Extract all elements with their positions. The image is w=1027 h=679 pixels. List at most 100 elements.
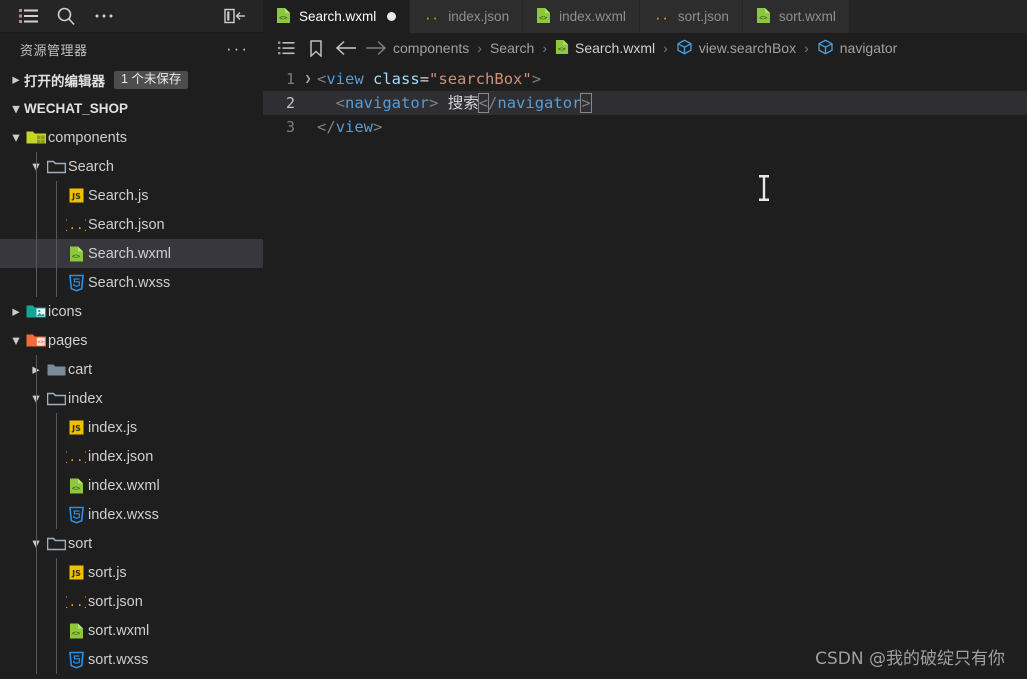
breadcrumb-item-search[interactable]: Search [488,40,536,56]
explorer-more-icon[interactable]: ··· [226,40,249,57]
folder-open-icon [44,536,68,552]
tree-file-search-wxml[interactable]: <> Search.wxml [0,239,263,268]
js-file-icon: JS [64,564,88,581]
tok-close-slash: / [488,94,498,112]
tree-item-label: sort.wxml [88,622,150,639]
editor-tabs: <> Search.wxml {..} index.json <> index.… [263,0,1027,33]
tree-item-label: Search.wxml [88,245,171,262]
tree-folder-search[interactable]: ▾Search [0,152,263,181]
tree-folder-pages[interactable]: ▾ <> pages [0,326,263,355]
indent-guide [36,152,37,181]
tab-sort-json[interactable]: {..} sort.json [639,0,743,33]
svg-text:<>: <> [71,252,79,260]
indent-guide [36,529,37,558]
indent-guide [36,384,37,413]
breadcrumb-item-components[interactable]: components [391,40,471,56]
tree-file-sort-json[interactable]: {..}sort.json [0,587,263,616]
tree-item-label: Search [68,158,114,175]
tok-quote-close: " [522,70,532,88]
tok-close-gt: > [580,93,592,113]
tree-file-sort-wxml[interactable]: <> sort.wxml [0,616,263,645]
tok-close-lt: < [477,93,490,113]
workspace-section[interactable]: ▾ WECHAT_SHOP [0,94,263,123]
tree-folder-index[interactable]: ▾index [0,384,263,413]
breadcrumb-label: Search.wxml [574,40,656,56]
indent-guide [56,239,57,268]
tok-attr-class: class [373,70,420,88]
wxml-file-icon: <> [64,477,88,495]
tok-lt: < [317,70,327,88]
titlebar-left [0,0,263,33]
breadcrumb-item-view-searchbox[interactable]: view.searchBox [674,39,798,58]
indent-guide [36,442,37,471]
tree-file-search-json[interactable]: {..}Search.json [0,210,263,239]
outline-list-icon[interactable] [271,41,301,55]
svg-text:<>: <> [539,14,547,22]
tree-item-label: index.wxss [88,506,159,523]
breadcrumb-separator: › [804,40,809,56]
tree-file-index-js[interactable]: JS index.js [0,413,263,442]
indent-guide [56,616,57,645]
tree-item-label: index.wxml [88,477,160,494]
tree-file-index-wxml[interactable]: <> index.wxml [0,471,263,500]
code-line-3-text: </view> [317,115,382,139]
chevron-right-icon[interactable]: ▸ [8,304,24,320]
open-editors-section[interactable]: ▸ 打开的编辑器 1 个未保存 [0,65,263,94]
bookmark-icon[interactable] [301,39,331,57]
breadcrumb-item-search-wxml[interactable]: <> Search.wxml [553,39,657,58]
tree-file-sort-wxss[interactable]: sort.wxss [0,645,263,674]
tree-item-label: Search.js [88,187,149,204]
tok-gt: > [531,70,542,88]
back-arrow-icon[interactable] [331,40,361,56]
tree-item-label: sort.json [88,593,143,610]
fold-chevron-down-icon[interactable]: ❯ [299,67,317,91]
file-tree: ▾components▾SearchJSSearch.js{..}Search.… [0,123,263,674]
folder-open-icon [44,159,68,175]
indent-guide [56,442,57,471]
editor-area: components › Search › <> Search.wxml › v… [263,33,1027,679]
tree-file-sort-js[interactable]: JS sort.js [0,558,263,587]
tab-search-wxml[interactable]: <> Search.wxml [263,0,411,33]
list-icon[interactable] [9,1,47,31]
tab-index-json[interactable]: {..} index.json [410,0,524,33]
chevron-down-icon[interactable]: ▾ [8,333,24,349]
unsaved-badge: 1 个未保存 [114,70,189,89]
wxml-file-icon: <> [756,7,771,27]
search-icon[interactable] [47,1,85,31]
svg-text:<>: <> [71,629,79,637]
chevron-right-icon: ▸ [12,71,20,88]
indent-guide [36,413,37,442]
toggle-panel-icon[interactable] [216,1,254,31]
tab-sort-wxml[interactable]: <> sort.wxml [742,0,850,33]
tab-dirty-indicator[interactable] [387,12,397,21]
indent-guide [36,239,37,268]
tree-file-search-wxss[interactable]: Search.wxss [0,268,263,297]
tok-gt: > [429,94,439,112]
tree-item-label: Search.json [88,216,165,233]
line-number: 3 [285,118,295,136]
svg-text:JS: JS [71,192,81,201]
tree-file-search-js[interactable]: JS Search.js [0,181,263,210]
tree-file-index-wxss[interactable]: index.wxss [0,500,263,529]
tree-folder-components[interactable]: ▾ components [0,123,263,152]
tree-file-index-json[interactable]: {..}index.json [0,442,263,471]
forward-arrow-icon[interactable] [361,40,391,56]
indent-guide [56,471,57,500]
tree-folder-cart[interactable]: ▸cart [0,355,263,384]
wxml-file-icon: <> [536,7,551,27]
breadcrumb-item-navigator[interactable]: navigator [815,39,900,58]
tree-folder-icons[interactable]: ▸ icons [0,297,263,326]
code-editor[interactable]: 1 ❯ <view class="searchBox"> 2 <navigato… [263,63,1027,679]
tree-folder-sort[interactable]: ▾sort [0,529,263,558]
json-file-icon: {..} [647,7,676,26]
tree-item-label: index [68,390,103,407]
tab-index-wxml[interactable]: <> index.wxml [523,0,640,33]
breadcrumb-label: components [393,40,470,56]
tok-equals: = [419,70,430,88]
tree-item-label: sort.wxss [88,651,149,668]
indent-guide [36,587,37,616]
more-icon[interactable] [85,1,123,31]
chevron-down-icon[interactable]: ▾ [8,130,24,146]
tree-item-label: components [48,129,127,146]
svg-text:{..}: {..} [66,449,86,464]
